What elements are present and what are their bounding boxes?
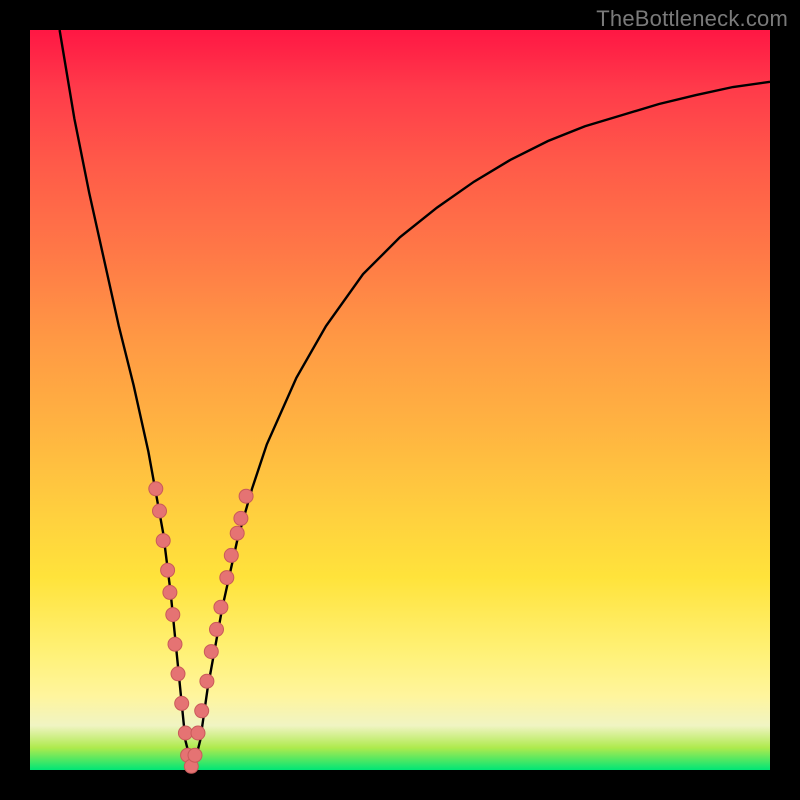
data-marker	[200, 674, 214, 688]
data-markers	[149, 482, 253, 774]
data-marker	[178, 726, 192, 740]
data-marker	[149, 482, 163, 496]
chart-frame: TheBottleneck.com	[0, 0, 800, 800]
data-marker	[230, 526, 244, 540]
data-marker	[168, 637, 182, 651]
data-marker	[204, 645, 218, 659]
data-marker	[188, 748, 202, 762]
data-marker	[220, 571, 234, 585]
data-marker	[210, 622, 224, 636]
data-marker	[224, 548, 238, 562]
bottleneck-curve	[60, 30, 770, 770]
data-marker	[161, 563, 175, 577]
data-marker	[195, 704, 209, 718]
data-marker	[166, 608, 180, 622]
data-marker	[214, 600, 228, 614]
data-marker	[156, 534, 170, 548]
data-marker	[234, 511, 248, 525]
data-marker	[175, 696, 189, 710]
data-marker	[171, 667, 185, 681]
data-marker	[153, 504, 167, 518]
data-marker	[163, 585, 177, 599]
data-marker	[239, 489, 253, 503]
plot-area	[30, 30, 770, 770]
watermark-text: TheBottleneck.com	[596, 6, 788, 32]
data-marker	[191, 726, 205, 740]
chart-svg	[30, 30, 770, 770]
